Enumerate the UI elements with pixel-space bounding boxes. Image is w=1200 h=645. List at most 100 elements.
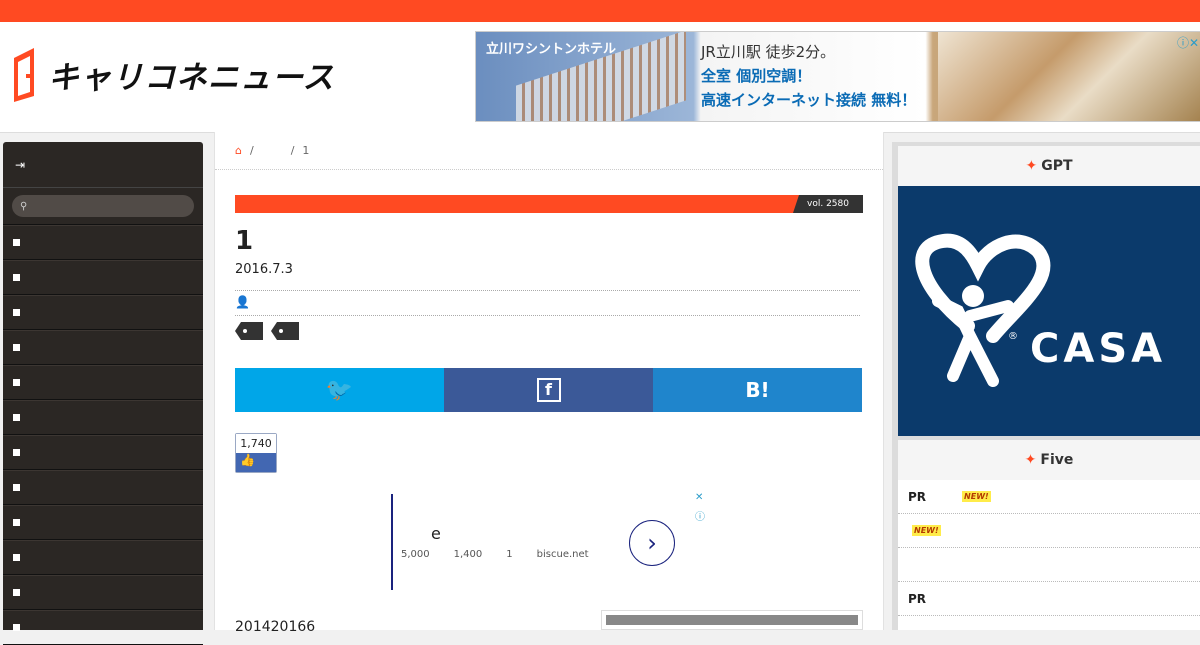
breadcrumb-separator: / — [249, 144, 254, 157]
close-icon[interactable]: ✕ — [695, 492, 703, 503]
volume-badge: vol. 2580 — [793, 195, 863, 213]
casa-text: CASA — [1030, 326, 1167, 372]
breadcrumb-category[interactable] — [262, 144, 283, 157]
header-ad-banner[interactable]: 立川ワシントンホテル JR立川駅 徒歩2分。 全室 個別空調！ 高速インターネッ… — [475, 31, 1200, 122]
new-badge: NEW! — [962, 491, 991, 502]
bullet-icon — [13, 589, 20, 596]
gpt-box-header: ✦ GPT — [898, 146, 1200, 187]
bullet-icon — [13, 414, 20, 421]
search-input[interactable]: ⚲ — [12, 195, 194, 217]
article-title: 1 — [235, 226, 254, 256]
bullet-icon — [13, 519, 20, 526]
bullet-icon — [13, 554, 20, 561]
tag-icon[interactable] — [271, 322, 299, 340]
facebook-icon: f — [536, 378, 561, 402]
sidebar-item[interactable] — [3, 330, 203, 365]
top-accent-bar — [0, 0, 1200, 22]
registered-mark: ® — [1008, 331, 1018, 342]
casa-logo-icon — [915, 233, 1051, 387]
gpt-title: GPT — [1041, 158, 1073, 174]
divider — [235, 315, 860, 316]
ad-letter: e — [431, 524, 441, 543]
sidebar-item[interactable] — [3, 470, 203, 505]
bullet-icon — [13, 484, 20, 491]
sidebar-item[interactable] — [3, 575, 203, 610]
hotel-room-image — [938, 32, 1200, 121]
divider — [215, 169, 883, 170]
chevron-right-icon[interactable]: › — [629, 520, 675, 566]
ad-meta-item: biscue.net — [536, 549, 589, 560]
article-main: ⌂ / / 1 vol. 2580 1 2016.7.3 👤 🐦 f B! 1,… — [214, 132, 884, 635]
list-item-label: PR — [908, 591, 927, 606]
hatena-bookmark-button[interactable]: B! — [653, 368, 862, 412]
twitter-share-button[interactable]: 🐦 — [235, 368, 444, 412]
ad-meta-item: 5,000 — [401, 549, 430, 560]
twitter-icon: 🐦 — [325, 377, 354, 403]
login-icon: ⇥ — [15, 157, 26, 172]
bullet-icon — [13, 379, 20, 386]
ad-copy: JR立川駅 徒歩2分。 全室 個別空調！ 高速インターネット接続 無料！ — [701, 40, 916, 112]
five-box-header: ✦ Five — [898, 440, 1200, 481]
ad-line: 全室 個別空調！ — [701, 67, 812, 85]
sidebar-item[interactable] — [3, 435, 203, 470]
sidebar-item[interactable] — [3, 260, 203, 295]
divider — [235, 290, 860, 291]
casa-ad-image[interactable]: ® CASA — [898, 186, 1200, 436]
breadcrumb-current: 1 — [302, 144, 310, 157]
ad-choices-icon[interactable]: ⓘ✕ — [1177, 34, 1199, 51]
article-date: 2016.7.3 — [235, 262, 293, 277]
info-icon[interactable]: ⓘ — [695, 508, 705, 523]
list-item[interactable] — [898, 548, 1200, 582]
bullet-icon — [13, 309, 20, 316]
five-list: PR NEW! NEW! PR — [898, 480, 1200, 630]
right-column: ✦ GPT ® CASA ✦ Five PR NEW! NEW! PR — [892, 142, 1200, 630]
new-badge: NEW! — [912, 525, 941, 536]
sidebar-item[interactable] — [3, 295, 203, 330]
ad-line: JR立川駅 徒歩2分。 — [701, 43, 836, 61]
facebook-like-box[interactable]: 1,740 👍 — [235, 433, 277, 473]
sidebar-item[interactable] — [3, 225, 203, 260]
bullet-icon — [13, 449, 20, 456]
site-header: キャリコネニュース 立川ワシントンホテル JR立川駅 徒歩2分。 全室 個別空調… — [0, 22, 1200, 133]
sidebar-item[interactable] — [3, 505, 203, 540]
article-image — [601, 610, 863, 630]
sidebar-search: ⚲ — [3, 188, 203, 225]
list-item-label: PR — [908, 489, 927, 504]
ad-meta-item: 1,400 — [453, 549, 483, 560]
volume-bar: vol. 2580 — [235, 195, 863, 213]
list-item[interactable]: NEW! — [898, 514, 1200, 548]
breadcrumb: ⌂ / / 1 — [235, 144, 309, 157]
logo-mark-icon — [12, 46, 38, 102]
sidebar-item[interactable] — [3, 400, 203, 435]
ad-meta: 5,000 1,400 1 biscue.net — [401, 549, 589, 560]
ad-line: 高速インターネット接続 無料！ — [701, 91, 917, 109]
five-title: Five — [1040, 452, 1074, 468]
inline-ad[interactable]: e 5,000 1,400 1 biscue.net › — [391, 494, 709, 590]
login-link[interactable]: ⇥ — [3, 142, 203, 188]
sidebar-nav: ⇥ ⚲ — [3, 142, 203, 645]
ad-meta-item: 1 — [506, 549, 513, 560]
ad-accent-bar — [391, 494, 393, 590]
bullet-icon — [13, 274, 20, 281]
sidebar-item[interactable] — [3, 610, 203, 645]
breadcrumb-separator: / — [290, 144, 295, 157]
bullet-icon — [13, 344, 20, 351]
search-icon: ⚲ — [20, 200, 28, 212]
sparkle-icon: ✦ — [1025, 158, 1038, 174]
user-icon: 👤 — [235, 295, 250, 309]
site-logo[interactable]: キャリコネニュース — [12, 46, 334, 102]
sidebar-item[interactable] — [3, 540, 203, 575]
article-intro: 201420166 — [235, 619, 316, 635]
logo-text: キャリコネニュース — [48, 59, 335, 96]
tag-icon[interactable] — [235, 322, 263, 340]
thumbs-up-icon: 👍 — [236, 453, 276, 472]
sidebar-item[interactable] — [3, 365, 203, 400]
ad-hotel-name: 立川ワシントンホテル — [486, 42, 617, 57]
list-item[interactable]: PR NEW! — [898, 480, 1200, 514]
list-item[interactable]: PR — [898, 582, 1200, 616]
home-icon[interactable]: ⌂ — [235, 144, 242, 157]
bullet-icon — [13, 239, 20, 246]
like-count: 1,740 — [236, 434, 276, 453]
hatena-label: B! — [745, 378, 770, 402]
facebook-share-button[interactable]: f — [444, 368, 653, 412]
